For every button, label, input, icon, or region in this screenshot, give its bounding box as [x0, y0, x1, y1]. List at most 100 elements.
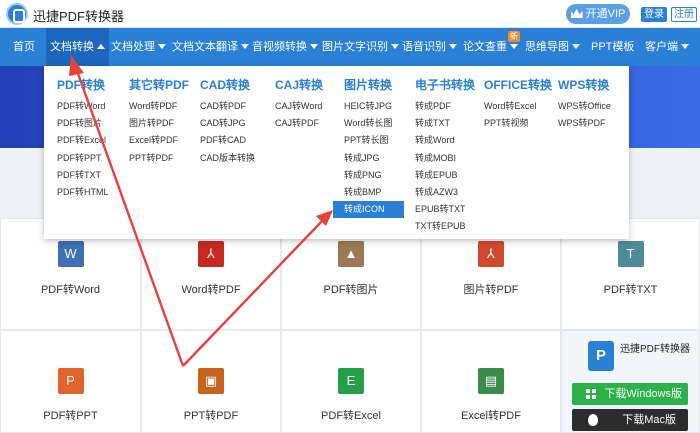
dropdown-column-caj: CAJ转换 CAJ转Word CAJ转PDF [275, 76, 323, 132]
menu-item[interactable]: PDF转CAD [200, 132, 255, 149]
menu-item[interactable]: PPT转视频 [484, 115, 552, 132]
menu-item[interactable]: EPUB转TXT [415, 201, 475, 218]
tool-card[interactable]: ▤ Excel转PDF [421, 330, 561, 433]
menu-item[interactable]: WPS转PDF [558, 115, 611, 132]
nav-item-label: 文档文本翻译 [172, 41, 238, 53]
tool-label: PDF转Word [40, 284, 101, 296]
nav-item-speech[interactable]: 语音识别 [402, 28, 457, 66]
menu-item[interactable]: Word转长图 [344, 115, 404, 132]
menu-item-highlighted[interactable]: 转成ICON [333, 201, 404, 219]
menu-item[interactable]: 转成Word [415, 132, 475, 149]
nav-item-ocr[interactable]: 图片文字识别 [322, 28, 399, 66]
tool-label: PDF转图片 [323, 284, 379, 296]
menu-item[interactable]: PDF转PPT [57, 150, 109, 167]
menu-item[interactable]: 转成PDF [415, 98, 475, 115]
register-button[interactable]: 注册 [671, 7, 697, 22]
nav-item-ppt-template[interactable]: PPT模板 [591, 28, 634, 66]
nav-item-label: 文档处理 [111, 41, 155, 53]
image-icon: ▲ [338, 241, 364, 267]
vip-button[interactable]: 开通VIP [566, 4, 630, 24]
tool-label: Word转PDF [181, 284, 241, 296]
menu-item[interactable]: 转成AZW3 [415, 184, 475, 201]
tool-card[interactable]: ▣ PPT转PDF [141, 330, 281, 433]
chevron-up-icon [97, 44, 105, 49]
login-button[interactable]: 登录 [641, 7, 667, 22]
client-download-panel: P 迅捷PDF转换器 下载Windows版 下载Mac版 [561, 330, 700, 433]
nav-item-label: 语音识别 [402, 41, 446, 53]
nav-item-label: 客户端 [645, 41, 678, 53]
menu-item[interactable]: CAD转JPG [200, 115, 255, 132]
dropdown-column-image: 图片转换 HEIC转JPG Word转长图 PPT转长图 转成JPG 转成PNG… [333, 76, 404, 219]
dropdown-column-ebook: 电子书转换 转成PDF 转成TXT 转成Word 转成MOBI 转成EPUB 转… [415, 76, 475, 236]
column-title: 电子书转换 [415, 78, 476, 92]
vip-label: 开通VIP [585, 8, 626, 20]
menu-item[interactable]: PDF转TXT [57, 167, 109, 184]
nav-item-label: PPT模板 [591, 41, 635, 53]
crown-icon [570, 9, 583, 18]
menu-item[interactable]: PDF转Word [57, 98, 109, 115]
nav-item-doc-convert[interactable]: 文档转换 [46, 28, 109, 66]
txt-icon: T [617, 241, 644, 267]
menu-item[interactable]: PDF转HTML [57, 184, 109, 201]
chevron-down-icon [158, 44, 166, 49]
nav-item-client[interactable]: 客户端 [645, 28, 689, 66]
menu-item[interactable]: HEIC转JPG [344, 98, 404, 115]
dropdown-column-office: OFFICE转换 Word转Excel PPT转视频 [484, 76, 552, 132]
nav-item-home[interactable]: 首页 [13, 28, 35, 66]
menu-item[interactable]: WPS转Office [558, 98, 611, 115]
nav-item-label: 论文查重 [463, 41, 507, 53]
pdf-icon: ⅄ [198, 241, 224, 267]
menu-item[interactable]: CAJ转Word [275, 98, 323, 115]
tool-label: Excel转PDF [461, 410, 521, 422]
menu-item[interactable]: 图片转PDF [129, 115, 189, 132]
dropdown-column-cad: CAD转换 CAD转PDF CAD转JPG PDF转CAD CAD版本转换 [200, 76, 255, 167]
nav-item-label: 音视频转换 [252, 41, 307, 53]
column-title: PDF转换 [57, 78, 106, 92]
new-badge: 新 [508, 31, 520, 42]
tool-label: PDF转Excel [321, 410, 381, 422]
chevron-down-icon [681, 44, 689, 49]
chevron-down-icon [391, 44, 399, 49]
menu-item[interactable]: CAD转PDF [200, 98, 255, 115]
chevron-down-icon [572, 44, 580, 49]
nav-item-doc-process[interactable]: 文档处理 [111, 28, 166, 66]
menu-item[interactable]: 转成JPG [344, 150, 404, 167]
tool-label: PDF转TXT [603, 284, 658, 296]
nav-item-av-convert[interactable]: 音视频转换 [252, 28, 318, 66]
dropdown-column-pdf: PDF转换 PDF转Word PDF转图片 PDF转Excel PDF转PPT … [57, 76, 109, 201]
menu-item[interactable]: CAJ转PDF [275, 115, 323, 132]
menu-item[interactable]: TXT转EPUB [415, 218, 475, 235]
menu-item[interactable]: PDF转图片 [57, 115, 109, 132]
nav-item-mindmap[interactable]: 思维导图 [525, 28, 580, 66]
nav-item-translate[interactable]: 文档文本翻译 [172, 28, 249, 66]
menu-item[interactable]: Excel转PDF [129, 132, 189, 149]
chevron-down-icon [310, 44, 318, 49]
app-title: 迅捷PDF转换器 [33, 9, 125, 24]
menu-item[interactable]: Word转Excel [484, 98, 552, 115]
menu-item[interactable]: 转成MOBI [415, 150, 475, 167]
menu-item[interactable]: PDF转Excel [57, 132, 109, 149]
menu-item[interactable]: 转成EPUB [415, 167, 475, 184]
download-windows-button[interactable]: 下载Windows版 [572, 383, 688, 405]
download-mac-button[interactable]: 下载Mac版 [572, 409, 688, 431]
tool-card[interactable]: E PDF转Excel [281, 330, 421, 433]
download-windows-label: 下载Windows版 [604, 388, 682, 400]
pdf-icon: ⅄ [478, 241, 504, 267]
menu-item[interactable]: PPT转PDF [129, 150, 189, 167]
column-title: OFFICE转换 [484, 78, 552, 92]
column-title: CAD转换 [200, 78, 250, 92]
menu-item[interactable]: PPT转长图 [344, 132, 404, 149]
menu-item[interactable]: 转成PNG [344, 167, 404, 184]
download-mac-label: 下载Mac版 [622, 414, 676, 426]
dropdown-column-wps: WPS转换 WPS转Office WPS转PDF [558, 76, 611, 132]
menu-item[interactable]: Word转PDF [129, 98, 189, 115]
menu-item[interactable]: CAD版本转换 [200, 150, 255, 167]
windows-icon [586, 389, 596, 399]
tool-card[interactable]: P PDF转PPT [0, 330, 141, 433]
ppt-icon: P [57, 368, 84, 394]
nav-item-label: 文档转换 [50, 41, 94, 53]
apple-icon [588, 414, 598, 426]
menu-item[interactable]: 转成BMP [344, 184, 404, 201]
menu-item[interactable]: 转成TXT [415, 115, 475, 132]
dropdown-column-to-pdf: 其它转PDF Word转PDF 图片转PDF Excel转PDF PPT转PDF [129, 76, 189, 167]
